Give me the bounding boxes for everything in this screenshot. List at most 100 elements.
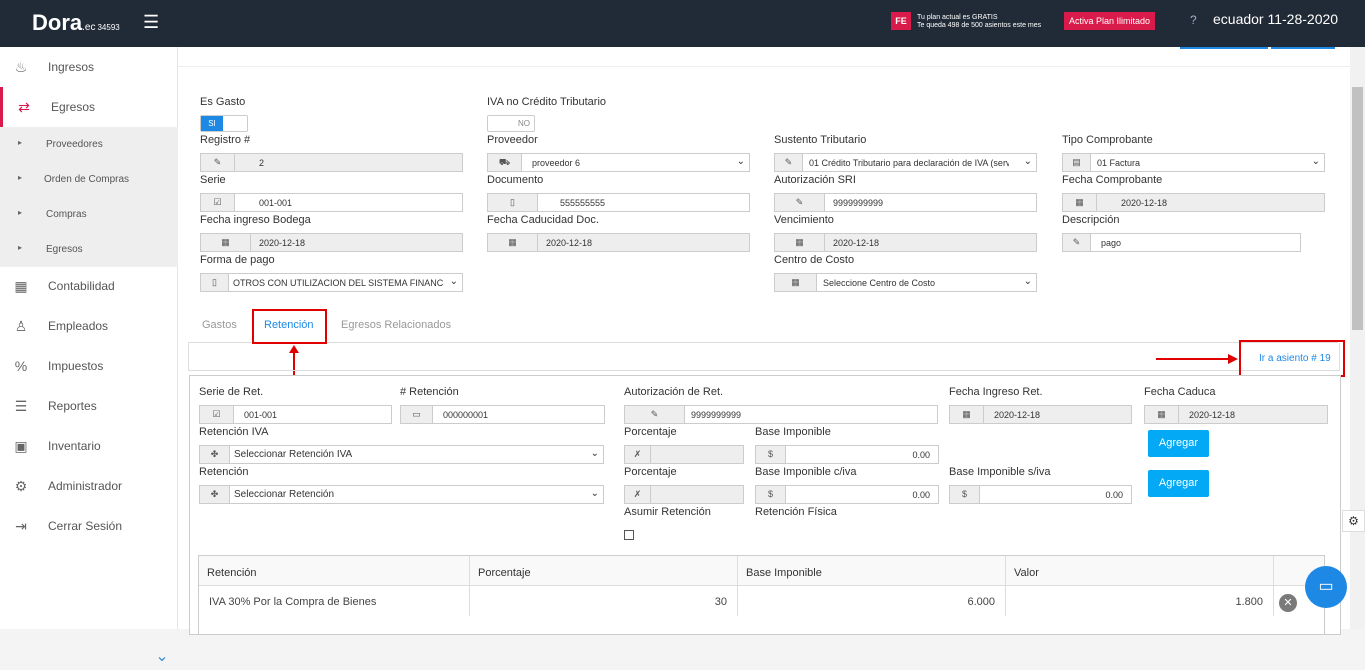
agregar-iva-button[interactable]: Agregar	[1148, 430, 1209, 457]
boxes-icon: ▣	[14, 438, 28, 454]
fecha-caduca-field[interactable]: ▦ 2020-12-18	[1144, 405, 1328, 424]
serie-ret-field[interactable]: ☑ 001-001	[199, 405, 392, 424]
chevron-right-icon: ▸	[18, 138, 23, 147]
app-logo[interactable]: Dora.ec 34593	[32, 10, 120, 36]
documento-field[interactable]: ▯ 555555555	[487, 193, 750, 212]
scrollbar-thumb[interactable]	[1352, 87, 1363, 330]
descripcion-label: Descripción	[1062, 214, 1120, 226]
sidebar-item-contabilidad[interactable]: ▦ Contabilidad	[0, 266, 178, 306]
header-button[interactable]	[1180, 47, 1268, 49]
num-retencion-label: # Retención	[400, 386, 459, 398]
dollar-icon: $	[950, 486, 980, 503]
help-icon[interactable]: ?	[1190, 13, 1197, 27]
settings-gear-icon[interactable]: ⚙	[1342, 510, 1365, 532]
tipo-comprobante-select[interactable]: ▤ 01 Factura ⌄	[1062, 153, 1325, 172]
table-cell-base: 6.000	[738, 586, 1006, 616]
sustento-select[interactable]: ✎ 01 Crédito Tributario para declaración…	[774, 153, 1037, 172]
header-button[interactable]	[1271, 47, 1335, 49]
porcentaje2-field[interactable]: ✗	[624, 485, 744, 504]
base-imponible-field[interactable]: $ 0.00	[755, 445, 939, 464]
file-icon: ▯	[488, 194, 538, 211]
calculator-icon: ▦	[14, 278, 28, 294]
sidebar-item-egresos[interactable]: ⇄ Egresos	[0, 87, 178, 127]
activate-plan-button[interactable]: Activa Plan Ilimitado	[1064, 12, 1156, 30]
asumir-retencion-checkbox[interactable]	[624, 530, 634, 540]
sidebar-subitem-proveedores[interactable]: ▸ Proveedores	[0, 127, 178, 162]
fecha-ingreso-ret-field[interactable]: ▦ 2020-12-18	[949, 405, 1132, 424]
ret-iva-select[interactable]: ✤ Seleccionar Retención IVA ⌄	[199, 445, 604, 464]
es-gasto-label: Es Gasto	[200, 96, 246, 108]
sidebar-item-reportes[interactable]: ☰ Reportes	[0, 386, 178, 426]
delete-row-icon[interactable]: ✕	[1279, 594, 1297, 612]
fecha-comprobante-label: Fecha Comprobante	[1062, 174, 1163, 186]
ret-iva-label: Retención IVA	[199, 426, 269, 438]
tab-egresos-relacionados[interactable]: Egresos Relacionados	[341, 319, 451, 331]
tipo-comprobante-label: Tipo Comprobante	[1062, 134, 1153, 146]
retencion-select[interactable]: ✤ Seleccionar Retención ⌄	[199, 485, 604, 504]
iva-no-credito-toggle[interactable]: NO	[487, 115, 535, 132]
fecha-comprobante-field[interactable]: ▦ 2020-12-18	[1062, 193, 1325, 212]
table-cell-valor: 1.800	[1006, 586, 1274, 616]
table-cell-retencion: IVA 30% Por la Compra de Bienes	[199, 586, 470, 616]
file-icon: ▤	[1063, 154, 1091, 171]
porcentaje2-label: Porcentaje	[624, 466, 677, 478]
descripcion-field[interactable]: ✎ pago	[1062, 233, 1301, 252]
base-civa-label: Base Imponible c/iva	[755, 466, 857, 478]
chevron-down-icon: ⌄	[590, 448, 599, 459]
autorizacion-ret-field[interactable]: ✎ 9999999999	[624, 405, 938, 424]
logout-icon: ⇥	[15, 518, 27, 534]
chevron-down-icon: ⌄	[1311, 156, 1320, 167]
autorizacion-ret-label: Autorización de Ret.	[624, 386, 724, 398]
calendar-icon: ▦	[775, 274, 817, 291]
chevron-down-icon: ⌄	[590, 488, 599, 499]
calendar-icon: ▦	[950, 406, 984, 423]
autorizacion-sri-field[interactable]: ✎ 9999999999	[774, 193, 1037, 212]
proveedor-select[interactable]: ⛟ proveedor 6 ⌄	[487, 153, 750, 172]
autorizacion-sri-label: Autorización SRI	[774, 174, 856, 186]
fecha-bodega-field[interactable]: ▦ 2020-12-18	[200, 233, 463, 252]
base-civa-field[interactable]: $ 0.00	[755, 485, 939, 504]
paw-icon: ✤	[200, 486, 230, 503]
sidebar-item-cerrar-sesion[interactable]: ⇥ Cerrar Sesión	[0, 506, 178, 546]
asumir-retencion-label: Asumir Retención	[624, 506, 711, 518]
fecha-bodega-label: Fecha ingreso Bodega	[200, 214, 311, 226]
edit-icon: ✎	[775, 194, 825, 211]
registro-field: ✎ 2	[200, 153, 463, 172]
agregar-retencion-button[interactable]: Agregar	[1148, 470, 1209, 497]
sidebar: ♨ Ingresos ⇄ Egresos ▸ Proveedores ▸ Ord…	[0, 47, 178, 665]
user-date: ecuador 11-28-2020	[1213, 11, 1339, 27]
people-icon: ♙	[14, 318, 28, 334]
chat-icon[interactable]: ▭	[1305, 566, 1347, 608]
sidebar-item-administrador[interactable]: ⚙ Administrador	[0, 466, 178, 506]
es-gasto-toggle[interactable]: SI	[200, 115, 248, 132]
base-imponible-label: Base Imponible	[755, 426, 831, 438]
centro-costo-select[interactable]: ▦ Seleccione Centro de Costo ⌄	[774, 273, 1037, 292]
sidebar-subitem-compras[interactable]: ▸ Compras	[0, 197, 178, 232]
sidebar-subitem-egresos[interactable]: ▸ Egresos	[0, 232, 178, 267]
chevron-double-down-icon[interactable]: ⌄	[150, 646, 174, 670]
serie-field[interactable]: ☑ 001-001	[200, 193, 463, 212]
sidebar-item-empleados[interactable]: ♙ Empleados	[0, 306, 178, 346]
dollar-icon: $	[756, 446, 786, 463]
proveedor-label: Proveedor	[487, 134, 538, 146]
chevron-down-icon: ⌄	[1023, 156, 1032, 167]
gear-icon: ⚙	[14, 478, 28, 494]
edit-icon: ✎	[625, 406, 685, 423]
vencimiento-field[interactable]: ▦ 2020-12-18	[774, 233, 1037, 252]
fecha-caducidad-field[interactable]: ▦ 2020-12-18	[487, 233, 750, 252]
percent-icon: ✗	[625, 446, 651, 463]
tab-gastos[interactable]: Gastos	[202, 319, 237, 331]
num-retencion-field[interactable]: ▭ 000000001	[400, 405, 605, 424]
sidebar-item-ingresos[interactable]: ♨ Ingresos	[0, 47, 178, 87]
chevron-down-icon: ⌄	[1023, 276, 1032, 287]
base-siva-field[interactable]: $ 0.00	[949, 485, 1132, 504]
percent-icon: ✗	[625, 486, 651, 503]
forma-pago-select[interactable]: ▯ OTROS CON UTILIZACION DEL SISTEMA FINA…	[200, 273, 463, 292]
documento-label: Documento	[487, 174, 544, 186]
sidebar-item-impuestos[interactable]: % Impuestos	[0, 346, 178, 386]
menu-icon[interactable]: ☰	[143, 12, 159, 33]
sidebar-subitem-orden-compras[interactable]: ▸ Orden de Compras	[0, 162, 178, 197]
porcentaje-field[interactable]: ✗	[624, 445, 744, 464]
tax-icon: %	[14, 358, 28, 374]
sidebar-item-inventario[interactable]: ▣ Inventario	[0, 426, 178, 466]
